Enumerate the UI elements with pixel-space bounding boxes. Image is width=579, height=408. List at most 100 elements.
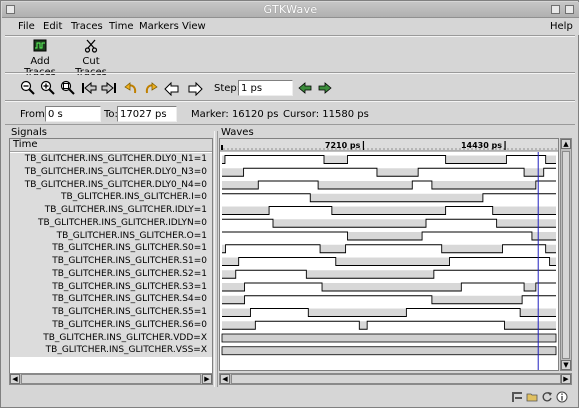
separator (5, 124, 575, 125)
trace-low-fill (335, 257, 450, 266)
signal-row[interactable]: TB_GLITCHER.INS_GLITCHER.DLY0_N4=0 (10, 178, 212, 192)
trace-low-fill (322, 283, 462, 291)
shift-right-icon (188, 81, 203, 96)
signal-row[interactable]: TB_GLITCHER.INS_GLITCHER.S6=0 (10, 318, 212, 332)
trace-low-fill (222, 308, 251, 317)
menu-edit[interactable]: Edit (43, 21, 62, 32)
signal-row[interactable]: TB_GLITCHER.INS_GLITCHER.S3=1 (10, 280, 212, 294)
signal-row[interactable]: TB_GLITCHER.INS_GLITCHER.VDD=X (10, 331, 212, 345)
menu-help[interactable]: Help (550, 21, 573, 32)
time-label: 7210 ps (325, 141, 361, 150)
signal-row[interactable]: TB_GLITCHER.INS_GLITCHER.IDLYN=0 (10, 216, 212, 230)
signal-row[interactable]: TB_GLITCHER.INS_GLITCHER.DLY0_N1=1 (10, 153, 212, 166)
trace-low-fill (222, 321, 256, 330)
shift-left-button[interactable] (163, 79, 181, 96)
title-bar[interactable]: GTKWave (2, 2, 579, 18)
undo-button[interactable] (122, 79, 140, 96)
menu-file[interactable]: File (18, 21, 35, 32)
reload-icon[interactable] (541, 391, 553, 403)
cut-traces-label: Cut Traces (75, 56, 107, 78)
zoom-out-button[interactable] (18, 79, 36, 96)
trace-low-fill (308, 308, 407, 317)
scissors-icon (84, 39, 98, 53)
signal-row[interactable]: TB_GLITCHER.INS_GLITCHER.DLY0_N3=0 (10, 165, 212, 179)
zoom-fit-button[interactable] (58, 79, 76, 96)
go-last-button[interactable] (100, 79, 118, 96)
trace-low-fill (431, 181, 536, 189)
waves-horizontal-scrollbar[interactable]: ◀ ▶ (219, 373, 572, 385)
scroll-right-icon[interactable]: ▶ (202, 374, 212, 384)
signals-panel[interactable]: Time TB_GLITCHER.INS_GLITCHER.DLY0_N1=1 T… (9, 138, 213, 385)
hierarchy-icon[interactable] (511, 391, 523, 403)
undo-icon (124, 81, 137, 93)
scroll-thumb[interactable] (21, 374, 201, 384)
trace-low-fill (222, 295, 245, 304)
signal-row[interactable]: TB_GLITCHER.INS_GLITCHER.O=1 (10, 229, 212, 243)
menu-traces[interactable]: Traces (71, 21, 103, 32)
gtkwave-window: GTKWave File Edit Traces Time Markers Vi… (0, 0, 579, 408)
signals-horizontal-scrollbar[interactable]: ◀ ▶ (9, 373, 213, 385)
signal-row[interactable]: TB_GLITCHER.INS_GLITCHER.IDLY=1 (10, 204, 212, 217)
go-last-icon (101, 81, 116, 94)
scroll-thumb[interactable] (562, 151, 570, 359)
signal-row[interactable]: TB_GLITCHER.INS_GLITCHER.S0=1 (10, 242, 212, 256)
folder-open-icon[interactable] (526, 391, 538, 403)
trace-low-fill (549, 257, 556, 266)
separator (5, 72, 575, 74)
menu-bar: File Edit Traces Time Markers View Help (2, 18, 579, 35)
signal-row[interactable]: TB_GLITCHER.INS_GLITCHER.S2=1 (10, 267, 212, 281)
maximize-icon[interactable] (565, 5, 574, 14)
shift-right-button[interactable] (186, 79, 204, 96)
marker-readout: Marker: 16120 ps (191, 109, 279, 120)
trace-low-fill (441, 244, 503, 253)
step-label: Step: (214, 83, 241, 94)
step-back-button[interactable] (296, 79, 314, 96)
trace-low-fill (524, 168, 544, 177)
trace-low-fill (524, 283, 536, 291)
arrow-right-icon (318, 81, 332, 94)
trace-low-fill (504, 321, 556, 330)
step-input[interactable] (238, 80, 293, 96)
trace-low-fill (222, 257, 239, 266)
step-forward-button[interactable] (316, 79, 334, 96)
menu-view[interactable]: View (182, 21, 206, 32)
go-first-icon (82, 81, 97, 94)
scroll-thumb[interactable] (231, 374, 561, 384)
scroll-right-icon[interactable]: ▶ (561, 374, 571, 384)
go-first-button[interactable] (80, 79, 98, 96)
zoom-out-icon (20, 80, 35, 95)
trace-low-fill (496, 219, 556, 228)
trace-waveform (222, 244, 556, 254)
scroll-up-icon[interactable]: ▲ (561, 139, 571, 149)
trace-low-fill (545, 244, 556, 253)
scroll-left-icon[interactable]: ◀ (10, 374, 20, 384)
scroll-down-icon[interactable]: ▼ (561, 360, 571, 370)
to-label: To: (104, 109, 118, 120)
signal-row[interactable]: TB_GLITCHER.INS_GLITCHER.I=0 (10, 191, 212, 205)
zoom-in-button[interactable] (38, 79, 56, 96)
waveform-canvas[interactable]: 7210 ps 14430 ps (220, 139, 558, 370)
from-input[interactable] (45, 106, 101, 122)
menu-time[interactable]: Time (109, 21, 133, 32)
signal-row[interactable]: TB_GLITCHER.INS_GLITCHER.VSS=X (10, 344, 212, 358)
menu-markers[interactable]: Markers (139, 21, 179, 32)
pane-splitter[interactable] (214, 131, 218, 387)
signal-row[interactable]: TB_GLITCHER.INS_GLITCHER.S1=0 (10, 255, 212, 268)
trace-low-fill (376, 168, 419, 177)
add-traces-label: Add Traces (24, 56, 56, 78)
waves-panel[interactable]: 7210 ps 14430 ps (219, 138, 559, 371)
minimize-icon[interactable] (551, 5, 560, 14)
trace-low-fill (320, 244, 346, 253)
zoom-in-icon (40, 80, 55, 95)
scroll-left-icon[interactable]: ◀ (220, 374, 230, 384)
from-label: From: (20, 109, 49, 120)
window-title: GTKWave (263, 3, 318, 16)
signal-row[interactable]: TB_GLITCHER.INS_GLITCHER.S5=1 (10, 306, 212, 319)
redo-button[interactable] (142, 79, 160, 96)
trace-low-fill (222, 206, 270, 215)
waves-vertical-scrollbar[interactable]: ▲ ▼ (560, 138, 572, 371)
signal-row[interactable]: TB_GLITCHER.INS_GLITCHER.S4=0 (10, 293, 212, 307)
cursor-readout: Cursor: 11580 ps (283, 109, 369, 120)
to-input[interactable] (117, 106, 177, 122)
info-icon[interactable] (556, 391, 568, 403)
